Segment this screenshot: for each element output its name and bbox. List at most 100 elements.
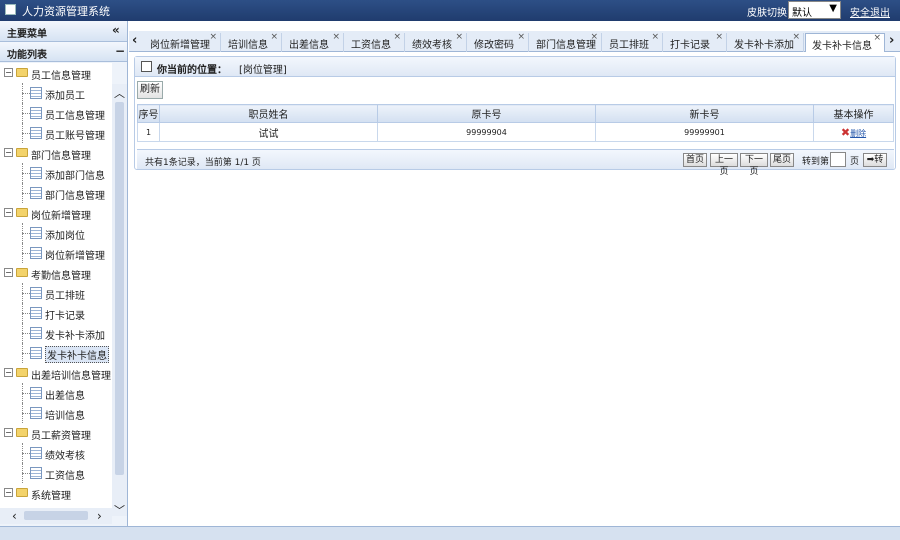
tree-item[interactable]: 打卡记录 (0, 303, 112, 323)
tab-scroll-left-icon[interactable]: ‹ (132, 33, 137, 48)
scroll-thumb-horizontal[interactable] (24, 511, 88, 520)
tree-item[interactable]: 发卡补卡添加 (0, 323, 112, 343)
last-page-button[interactable]: 尾页 (770, 153, 794, 167)
minus-icon[interactable]: − (115, 44, 125, 58)
tab[interactable]: 工资信息 × (345, 32, 405, 52)
sidebar-horizontal-scrollbar[interactable]: ‹ › (0, 508, 112, 524)
scroll-thumb[interactable] (115, 102, 124, 475)
refresh-button[interactable]: 刷新 (137, 81, 163, 99)
tree-item[interactable]: 绩效考核 (0, 443, 112, 463)
tab[interactable]: 发卡补卡添加 × (728, 32, 804, 52)
tab-close-icon[interactable]: × (873, 33, 881, 43)
collapse-toggle-icon[interactable]: − (4, 268, 13, 277)
sidebar: 主要菜单 « 功能列表 − − 员工信息管理 添加员工 员工信息管理 员工账号管理 − 部门… (0, 21, 128, 526)
col-header-new-card: 新卡号 (595, 104, 814, 123)
first-page-button[interactable]: 首页 (683, 153, 707, 167)
tree-item[interactable]: 添加部门信息 (0, 163, 112, 183)
prev-page-button[interactable]: 上一页 (710, 153, 738, 177)
tab-label: 发卡补卡添加 (734, 40, 794, 51)
collapse-toggle-icon[interactable]: − (4, 488, 13, 497)
tree-group[interactable]: − 岗位新增管理 (0, 203, 112, 223)
page-icon (30, 327, 42, 339)
tab[interactable]: 出差信息 × (283, 32, 344, 52)
tab-close-icon[interactable]: × (651, 32, 659, 42)
tree-group[interactable]: − 考勤信息管理 (0, 263, 112, 283)
scroll-up-icon[interactable]: ︿ (114, 85, 125, 101)
tab[interactable]: 员工排班 × (603, 32, 663, 52)
page-number-input[interactable] (830, 152, 846, 167)
page-icon (30, 227, 42, 239)
tab[interactable]: 修改密码 × (468, 32, 529, 52)
delete-icon[interactable]: ✖ (841, 126, 850, 139)
sidebar-vertical-scrollbar[interactable]: ︿ ﹀ (112, 84, 127, 518)
skin-select[interactable]: 默认 ▼ (788, 1, 841, 19)
delete-link[interactable]: 删除 (850, 129, 866, 138)
app-title: 人力资源管理系统 (22, 5, 110, 18)
collapse-toggle-icon[interactable]: − (4, 368, 13, 377)
tab[interactable]: 部门信息管理 × (530, 32, 602, 52)
collapse-toggle-icon[interactable]: − (4, 148, 13, 157)
tree-line (22, 173, 30, 174)
collapse-sidebar-icon[interactable]: « (112, 23, 120, 37)
folder-icon (16, 268, 28, 277)
tree-group[interactable]: − 系统管理 (0, 483, 112, 503)
collapse-toggle-icon[interactable]: − (4, 68, 13, 77)
tree-item[interactable]: 员工排班 (0, 283, 112, 303)
cell-index: 1 (137, 122, 160, 142)
tab-close-icon[interactable]: × (517, 32, 525, 42)
tab-label: 出差信息 (289, 40, 329, 51)
logout-link[interactable]: 安全退出 (850, 4, 890, 19)
tab[interactable]: 岗位新增管理 × (144, 32, 221, 52)
tree-group[interactable]: − 出差培训信息管理 (0, 363, 112, 383)
tab-close-icon[interactable]: × (455, 32, 463, 42)
tab-close-icon[interactable]: × (209, 32, 217, 42)
tab[interactable]: 发卡补卡信息 × (805, 33, 885, 52)
tab[interactable]: 培训信息 × (222, 32, 282, 52)
tab-close-icon[interactable]: × (590, 32, 598, 42)
location-value: [岗位管理] (239, 65, 287, 76)
tree-item[interactable]: 发卡补卡信息 (0, 343, 112, 363)
tree-item[interactable]: 工资信息 (0, 463, 112, 483)
tree-group-label: 员工信息管理 (31, 71, 91, 82)
page-icon (30, 347, 42, 359)
folder-icon (16, 428, 28, 437)
tab-close-icon[interactable]: × (393, 32, 401, 42)
tab[interactable]: 打卡记录 × (664, 32, 727, 52)
collapse-toggle-icon[interactable]: − (4, 208, 13, 217)
tree-group-label: 出差培训信息管理 (31, 371, 111, 382)
collapse-toggle-icon[interactable]: − (4, 428, 13, 437)
scroll-right-icon[interactable]: › (97, 509, 102, 523)
tree-item[interactable]: 添加岗位 (0, 223, 112, 243)
tree-item[interactable]: 培训信息 (0, 403, 112, 423)
tree-group-label: 系统管理 (31, 491, 71, 502)
tab-close-icon[interactable]: × (332, 32, 340, 42)
tree-item[interactable]: 出差信息 (0, 383, 112, 403)
tree-item[interactable]: 员工信息管理 (0, 103, 112, 123)
tab-close-icon[interactable]: × (715, 32, 723, 42)
tree-group[interactable]: − 员工薪资管理 (0, 423, 112, 443)
tree-item[interactable]: 员工账号管理 (0, 123, 112, 143)
tree-item[interactable]: 添加员工 (0, 83, 112, 103)
tree-item[interactable]: 部门信息管理 (0, 183, 112, 203)
tree-item-label: 打卡记录 (45, 311, 85, 322)
go-button[interactable]: ➡转 (863, 153, 887, 167)
tree-item-label: 添加员工 (45, 91, 85, 102)
col-header-old-card: 原卡号 (377, 104, 596, 123)
table-header-row: 序号 职员姓名 原卡号 新卡号 基本操作 (137, 104, 894, 123)
tree-group[interactable]: − 员工信息管理 (0, 63, 112, 83)
scroll-left-icon[interactable]: ‹ (12, 509, 17, 523)
tab-close-icon[interactable]: × (792, 32, 800, 42)
tree-line (22, 453, 30, 454)
scroll-down-icon[interactable]: ﹀ (114, 502, 125, 518)
tree-group[interactable]: − 部门信息管理 (0, 143, 112, 163)
tab-close-icon[interactable]: × (270, 32, 278, 42)
tab-label: 员工排班 (609, 40, 649, 51)
page-icon (30, 127, 42, 139)
page-icon (30, 247, 42, 259)
tab-scroll-right-icon[interactable]: › (889, 33, 894, 48)
table-row: 1 试试 99999904 99999901 ✖删除 (137, 122, 894, 142)
tab[interactable]: 绩效考核 × (406, 32, 467, 52)
next-page-button[interactable]: 下一页 (740, 153, 768, 177)
tree-item[interactable]: 岗位新增管理 (0, 243, 112, 263)
folder-icon (16, 148, 28, 157)
